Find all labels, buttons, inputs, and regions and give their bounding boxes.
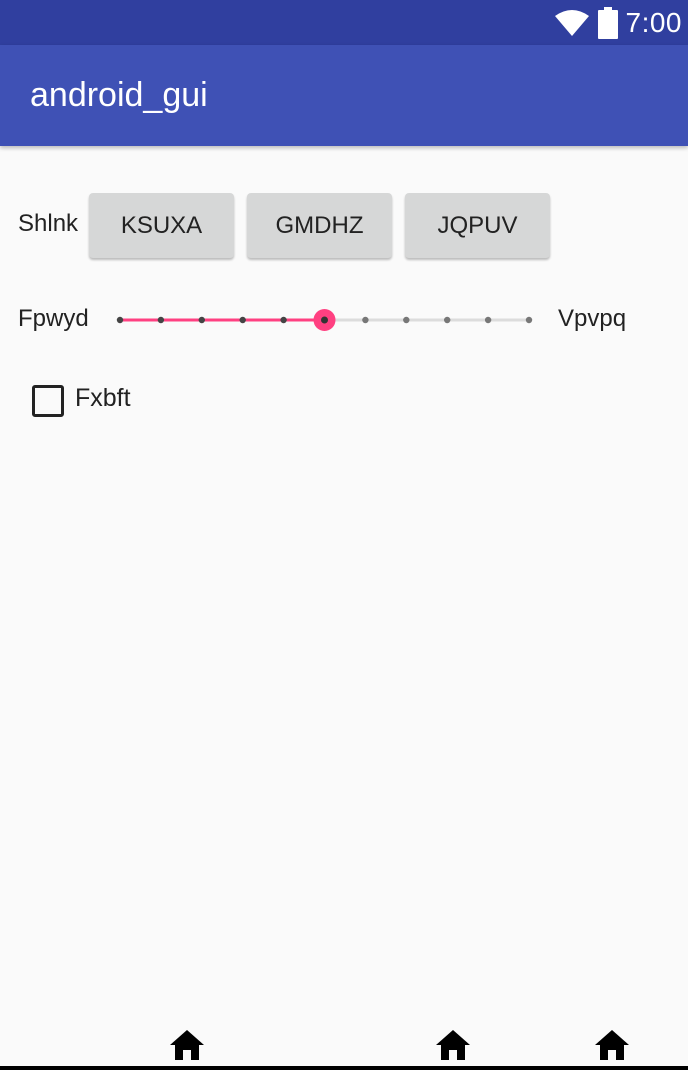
app-bar: android_gui: [0, 45, 688, 146]
content-area: Shlnk KSUXA GMDHZ JQPUV Fpwyd Vpvpq Fxbf…: [0, 146, 688, 1036]
status-time: 7:00: [625, 7, 682, 38]
slider-tick: [116, 316, 124, 324]
slider-tick: [444, 316, 451, 324]
slider-tick: [239, 316, 246, 324]
slider-tick: [403, 316, 410, 324]
home-icon[interactable]: [168, 1028, 206, 1062]
slider-tick: [525, 316, 533, 324]
home-icon[interactable]: [434, 1028, 472, 1062]
checkbox-label: Fxbft: [75, 384, 131, 412]
battery-icon: [597, 6, 618, 39]
status-bar: 7:00: [0, 0, 688, 45]
app-title: android_gui: [30, 76, 208, 114]
home-icon[interactable]: [593, 1028, 631, 1062]
status-icons: 7:00: [554, 0, 683, 45]
slider-tick: [484, 316, 492, 324]
jqpuv-button[interactable]: JQPUV: [405, 193, 550, 258]
slider-thumb-center: [321, 316, 328, 324]
gmdhz-button[interactable]: GMDHZ: [247, 193, 392, 258]
slider-tick: [198, 316, 205, 324]
ksuxa-button[interactable]: KSUXA: [89, 193, 234, 258]
slider-max-label: Vpvpq: [558, 305, 627, 332]
slider-tick: [280, 316, 287, 324]
slider-min-label: Fpwyd: [18, 305, 89, 332]
button-row-label: Shlnk: [18, 210, 79, 237]
slider-tick: [157, 316, 165, 324]
fxbft-checkbox[interactable]: [32, 385, 64, 417]
navigation-bar: [0, 1020, 688, 1070]
slider-tick: [362, 316, 369, 324]
wifi-icon: [554, 9, 589, 36]
nav-bar-line: [0, 1066, 688, 1070]
discrete-slider[interactable]: [115, 304, 535, 336]
